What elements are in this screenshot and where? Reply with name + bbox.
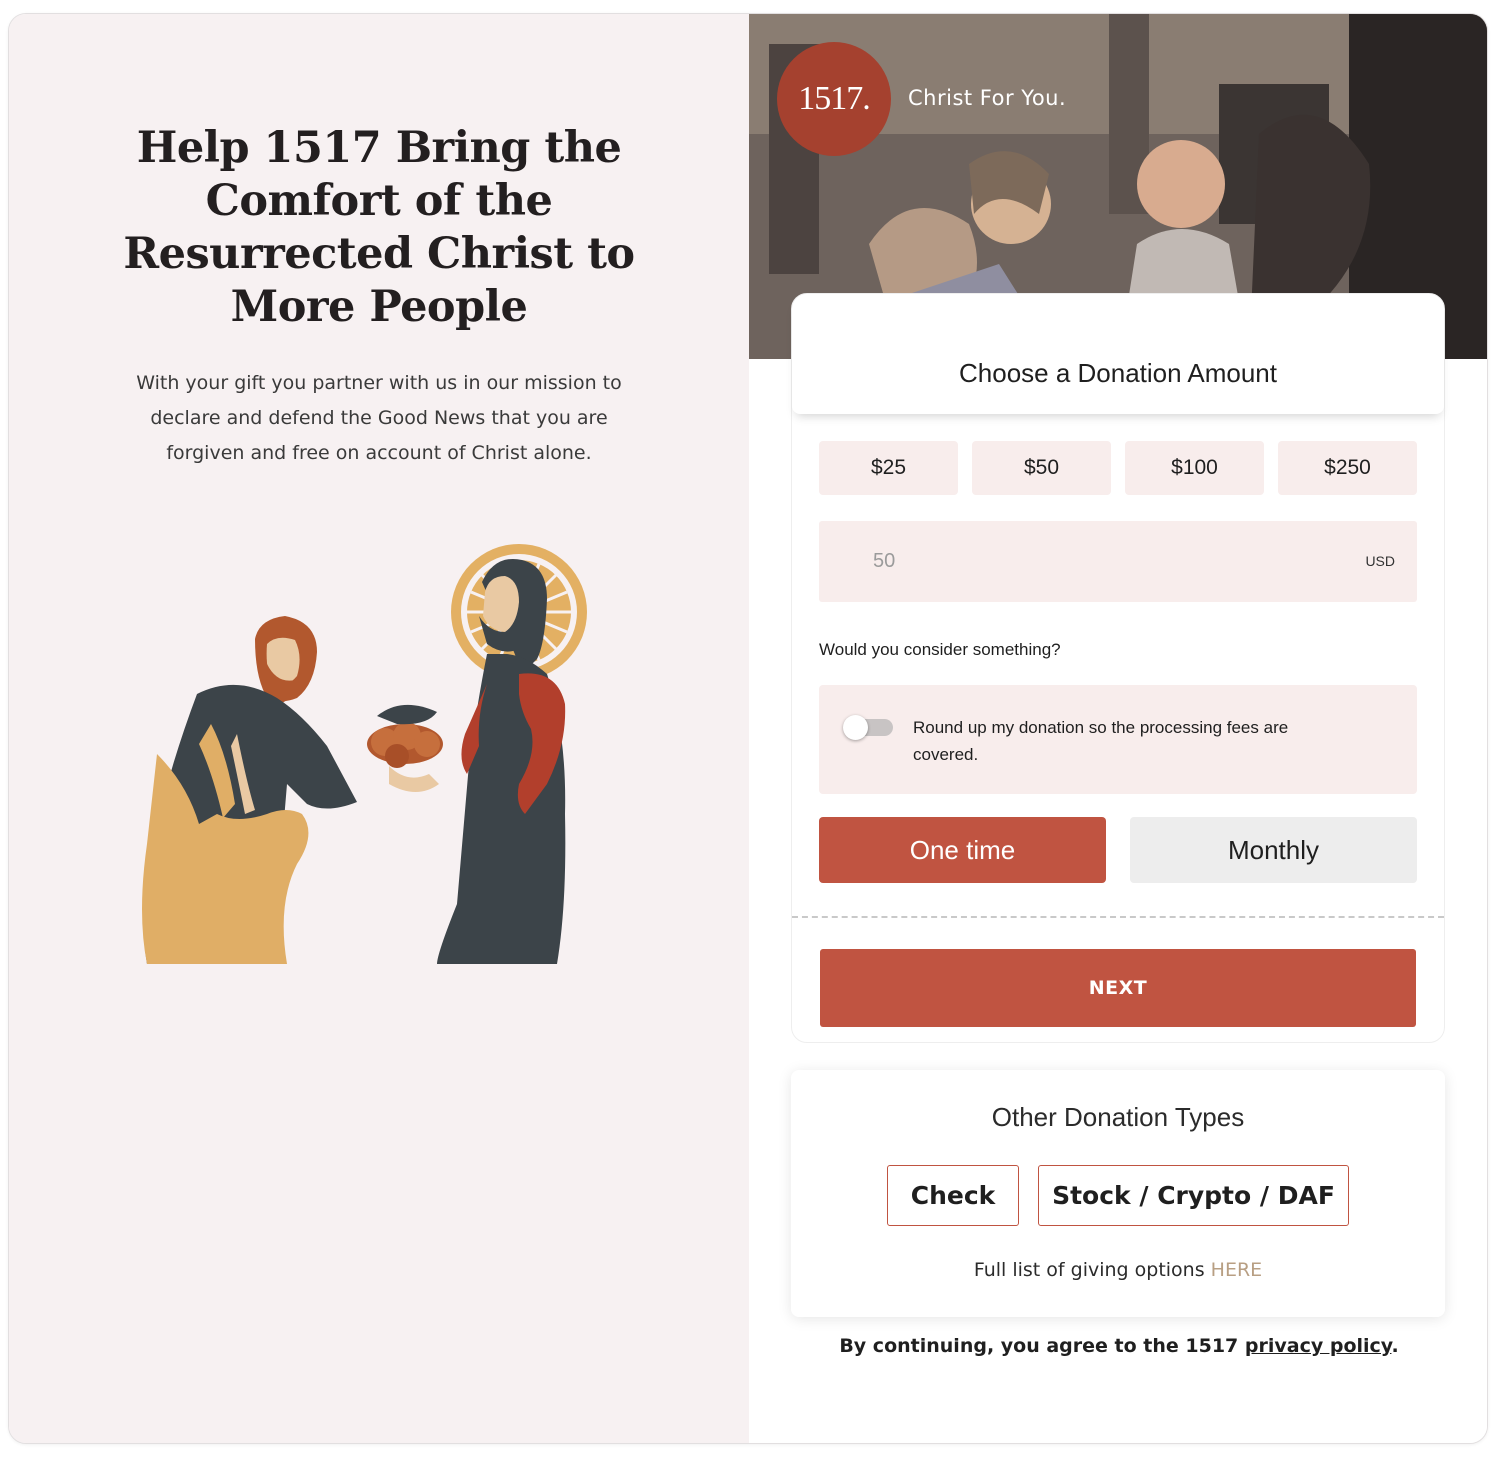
privacy-policy-link[interactable]: privacy policy (1245, 1335, 1392, 1357)
toggle-knob (843, 715, 868, 740)
roundup-text: Round up my donation so the processing f… (913, 718, 1289, 764)
full-list-label: Full list of giving options (973, 1259, 1205, 1281)
currency-label: USD (1365, 553, 1395, 569)
amount-button-100[interactable]: $100 (1125, 441, 1264, 495)
amount-button-50[interactable]: $50 (972, 441, 1111, 495)
other-donation-title: Other Donation Types (991, 1102, 1245, 1132)
frequency-one-time-button[interactable]: One time (819, 817, 1106, 883)
stock-crypto-daf-button[interactable]: Stock / Crypto / DAF (1038, 1165, 1349, 1226)
full-list-text: Full list of giving options HERE (791, 1259, 1445, 1281)
donation-card: Choose a Donation Amount $25 $50 $100 $2… (791, 293, 1445, 1043)
frequency-monthly-button[interactable]: Monthly (1130, 817, 1417, 883)
amount-button-250[interactable]: $250 (1278, 441, 1417, 495)
donation-title: Choose a Donation Amount (959, 358, 1277, 388)
tagline: Christ For You. (908, 86, 1067, 110)
donation-card-header: Choose a Donation Amount (792, 294, 1444, 414)
amount-input[interactable] (819, 521, 1339, 602)
consider-label: Would you consider something? (819, 640, 1061, 659)
agree-prefix: By continuing, you agree to the 1517 (839, 1335, 1239, 1357)
amount-button-25[interactable]: $25 (819, 441, 958, 495)
right-panel: 1517. Christ For You. Choose a Donation … (749, 14, 1487, 1443)
dashed-divider (792, 916, 1444, 918)
check-button[interactable]: Check (887, 1165, 1019, 1226)
agree-suffix: . (1391, 1335, 1399, 1357)
logo-1517[interactable]: 1517. (777, 42, 891, 156)
amount-input-container: USD (819, 521, 1417, 602)
bread-icon (367, 704, 443, 792)
page-frame: Help 1517 Bring the Comfort of the Resur… (8, 13, 1488, 1444)
mission-text: With your gift you partner with us in ou… (136, 372, 622, 464)
roundup-box: Round up my donation so the processing f… (819, 685, 1417, 794)
left-panel: Help 1517 Bring the Comfort of the Resur… (9, 14, 749, 1443)
privacy-agreement: By continuing, you agree to the 1517 pri… (749, 1335, 1487, 1357)
illustration-jesus-feeding (142, 544, 587, 964)
roundup-toggle[interactable] (843, 715, 897, 740)
full-list-here-link[interactable]: HERE (1211, 1259, 1263, 1281)
other-donation-types-card: Other Donation Types Check Stock / Crypt… (791, 1070, 1445, 1317)
page-headline: Help 1517 Bring the Comfort of the Resur… (123, 123, 635, 332)
next-button[interactable]: NEXT (820, 949, 1416, 1027)
